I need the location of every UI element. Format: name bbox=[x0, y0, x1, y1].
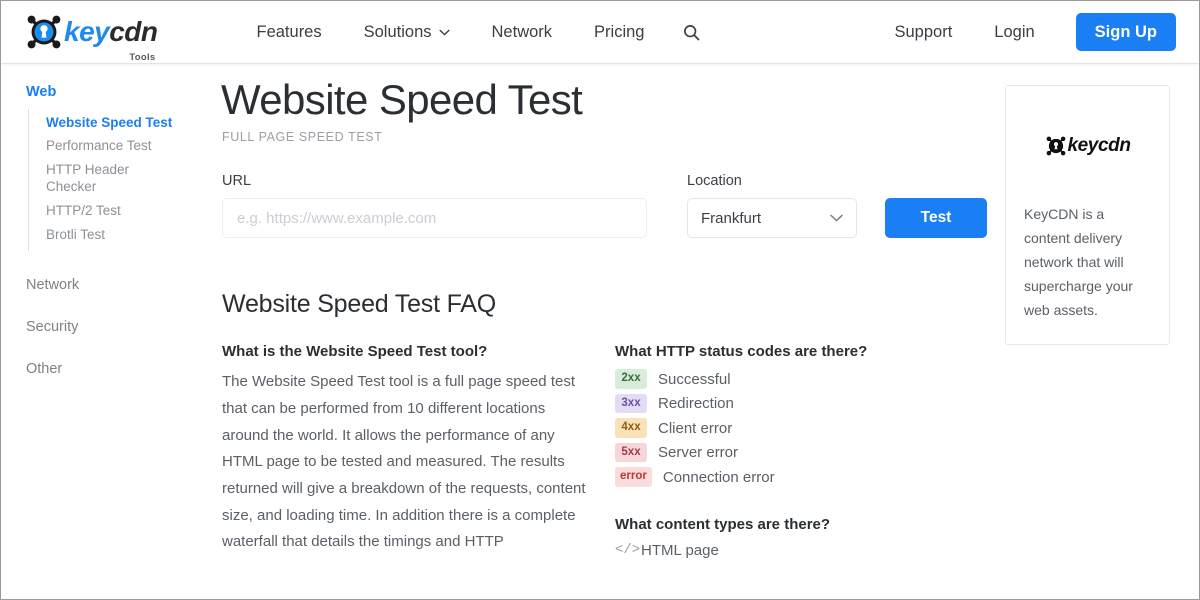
sidebar-item-http2-test[interactable]: HTTP/2 Test bbox=[29, 200, 211, 224]
sidebar: Web Website Speed Test Performance Test … bbox=[1, 64, 211, 377]
status-row: 5xx Server error bbox=[615, 442, 1000, 463]
code-icon: </> bbox=[615, 542, 641, 559]
nav-label-pricing: Pricing bbox=[594, 22, 645, 41]
search-icon bbox=[684, 24, 700, 40]
test-button[interactable]: Test bbox=[885, 198, 987, 239]
sidebar-item-website-speed-test[interactable]: Website Speed Test bbox=[29, 111, 211, 135]
url-field-group: URL bbox=[222, 173, 647, 239]
sidebar-section-network[interactable]: Network bbox=[1, 277, 211, 293]
status-badge-2xx: 2xx bbox=[615, 369, 647, 389]
promo-card-text: KeyCDN is a content delivery network tha… bbox=[1024, 206, 1133, 319]
main-content: Website Speed Test FULL PAGE SPEED TEST … bbox=[211, 64, 1001, 559]
logo-text-cdn: cdn bbox=[109, 16, 158, 47]
keycdn-logo-icon bbox=[27, 15, 61, 49]
nav-label-features: Features bbox=[256, 22, 322, 41]
status-label-2xx: Successful bbox=[658, 370, 731, 388]
nav-item-solutions[interactable]: Solutions bbox=[343, 23, 471, 42]
status-row: error Connection error bbox=[615, 467, 1000, 487]
logo-text-key: key bbox=[64, 16, 110, 47]
keycdn-logo[interactable]: keycdn Tools bbox=[23, 11, 158, 63]
content-type-row: </> HTML page bbox=[615, 542, 1000, 559]
promo-card[interactable]: keycdn KeyCDN is a content delivery netw… bbox=[1005, 85, 1170, 345]
status-label-4xx: Client error bbox=[658, 419, 733, 437]
sidebar-section-security[interactable]: Security bbox=[1, 319, 211, 335]
sidebar-sublist: Website Speed Test Performance Test HTTP… bbox=[28, 109, 211, 252]
nav-label-solutions: Solutions bbox=[363, 22, 432, 41]
chevron-down-icon bbox=[830, 214, 843, 222]
status-badge-error: error bbox=[615, 467, 652, 487]
faq-title: Website Speed Test FAQ bbox=[222, 290, 496, 319]
url-input[interactable] bbox=[222, 198, 647, 239]
promo-logo-text-cdn: cdn bbox=[1097, 135, 1131, 156]
nav-label-network: Network bbox=[491, 22, 553, 41]
nav-label-support: Support bbox=[894, 22, 953, 41]
speed-test-form: URL Location Frankfurt Test bbox=[222, 173, 1001, 239]
faq-column-right: What HTTP status codes are there? 2xx Su… bbox=[615, 343, 1000, 559]
location-select-value: Frankfurt bbox=[701, 209, 762, 227]
location-select[interactable]: Frankfurt bbox=[687, 198, 857, 239]
nav-item-login[interactable]: Login bbox=[973, 23, 1055, 42]
logo-text-tools: Tools bbox=[129, 52, 156, 63]
main-navigation: Features Solutions Network Pricing bbox=[236, 23, 719, 42]
faq-column-left: What is the Website Speed Test tool? The… bbox=[222, 343, 594, 559]
content-type-label-html: HTML page bbox=[641, 541, 719, 559]
page-title: Website Speed Test bbox=[221, 76, 583, 123]
sidebar-section-other[interactable]: Other bbox=[1, 361, 211, 377]
faq-answer-tool: The Website Speed Test tool is a full pa… bbox=[222, 373, 586, 551]
promo-logo-text-key: key bbox=[1067, 135, 1098, 156]
nav-item-network[interactable]: Network bbox=[471, 23, 574, 42]
nav-item-support[interactable]: Support bbox=[874, 23, 974, 42]
status-row: 4xx Client error bbox=[615, 418, 1000, 438]
promo-card-logo: keycdn bbox=[1006, 134, 1169, 158]
keycdn-logo-icon bbox=[1047, 136, 1066, 156]
chevron-down-icon bbox=[438, 29, 450, 35]
status-badge-3xx: 3xx bbox=[615, 393, 647, 414]
sidebar-item-http-header-checker[interactable]: HTTP Header Checker bbox=[29, 159, 146, 200]
status-row: 3xx Redirection bbox=[615, 393, 1000, 414]
faq-question-content-types: What content types are there? bbox=[615, 515, 831, 533]
sidebar-group-web[interactable]: Web bbox=[1, 84, 211, 100]
nav-item-features[interactable]: Features bbox=[236, 23, 343, 42]
sidebar-item-performance-test[interactable]: Performance Test bbox=[29, 135, 211, 159]
site-header: keycdn Tools Features Solutions Network … bbox=[1, 1, 1199, 64]
status-code-list: 2xx Successful 3xx Redirection 4xx Clien… bbox=[615, 369, 1000, 487]
nav-label-login: Login bbox=[994, 22, 1035, 41]
status-badge-5xx: 5xx bbox=[615, 442, 647, 463]
location-label: Location bbox=[687, 173, 742, 190]
status-label-error: Connection error bbox=[662, 468, 775, 486]
status-row: 2xx Successful bbox=[615, 369, 1000, 389]
status-label-5xx: Server error bbox=[658, 444, 739, 462]
signup-button[interactable]: Sign Up bbox=[1075, 12, 1176, 52]
page-subtitle: FULL PAGE SPEED TEST bbox=[222, 130, 383, 145]
faq-columns: What is the Website Speed Test tool? The… bbox=[222, 343, 1001, 559]
location-field-group: Location Frankfurt bbox=[687, 173, 857, 239]
faq-question-tool: What is the Website Speed Test tool? bbox=[222, 343, 488, 361]
faq-question-status-codes: What HTTP status codes are there? bbox=[615, 343, 868, 361]
status-label-3xx: Redirection bbox=[658, 395, 734, 413]
sidebar-item-brotli-test[interactable]: Brotli Test bbox=[29, 223, 211, 247]
browser-page: keycdn Tools Features Solutions Network … bbox=[0, 0, 1200, 600]
url-label: URL bbox=[222, 173, 252, 190]
status-badge-4xx: 4xx bbox=[615, 418, 647, 438]
nav-item-pricing[interactable]: Pricing bbox=[573, 23, 665, 42]
user-navigation: Support Login Sign Up bbox=[874, 12, 1176, 52]
search-button[interactable] bbox=[665, 24, 718, 41]
